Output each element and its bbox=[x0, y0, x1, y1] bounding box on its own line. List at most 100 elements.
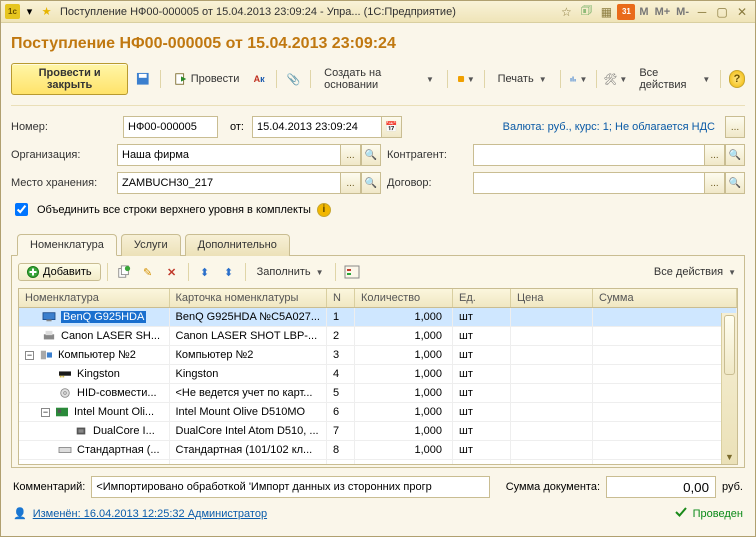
storage-open-button[interactable]: 🔍 bbox=[361, 172, 381, 194]
storage-select-button[interactable]: ... bbox=[341, 172, 361, 194]
counterparty-field[interactable] bbox=[473, 144, 705, 166]
history-icon[interactable]: 🗊 bbox=[577, 4, 595, 20]
grid-header-row: Номенклатура Карточка номенклатуры N Кол… bbox=[19, 289, 737, 308]
pc-icon bbox=[38, 349, 54, 361]
fill-button[interactable]: Заполнить▼ bbox=[252, 264, 329, 280]
scroll-down-icon[interactable]: ▼ bbox=[722, 450, 737, 464]
tree-cell: −Intel Mount Oli... bbox=[41, 406, 154, 418]
table-row[interactable]: HID-совмести...<Не ведется учет по карт.… bbox=[19, 384, 737, 403]
attachment-icon[interactable]: 📎 bbox=[285, 69, 303, 89]
print-button[interactable]: Печать▼ bbox=[493, 71, 552, 87]
table-row[interactable]: DualCore I...DualCore Intel Atom D510, .… bbox=[19, 422, 737, 441]
tabs: Номенклатура Услуги Дополнительно bbox=[11, 233, 745, 256]
col-n[interactable]: N bbox=[327, 289, 355, 308]
tab-services[interactable]: Услуги bbox=[121, 234, 181, 256]
contract-field[interactable] bbox=[473, 172, 705, 194]
col-card[interactable]: Карточка номенклатуры bbox=[169, 289, 327, 308]
win-icon bbox=[57, 463, 73, 465]
calendar-icon[interactable]: 31 bbox=[617, 4, 635, 20]
cpu-icon bbox=[73, 425, 89, 437]
favorite-add-icon[interactable]: ☆ bbox=[557, 4, 575, 20]
mem-mplus-icon[interactable]: M+ bbox=[653, 6, 673, 18]
changed-link[interactable]: Изменён: 16.04.2013 12:25:32 Администрат… bbox=[33, 508, 267, 520]
selection-icon[interactable] bbox=[342, 262, 362, 282]
window-title: Поступление НФ00-000005 от 15.04.2013 23… bbox=[60, 6, 557, 18]
kb-icon bbox=[57, 444, 73, 456]
date-label: от: bbox=[230, 121, 244, 133]
info-icon[interactable]: i bbox=[317, 203, 331, 217]
number-label: Номер: bbox=[11, 121, 63, 133]
col-price[interactable]: Цена bbox=[511, 289, 593, 308]
storage-field[interactable] bbox=[117, 172, 341, 194]
user-icon: 👤 bbox=[13, 507, 27, 520]
disc-icon bbox=[57, 387, 73, 399]
counterparty-select-button[interactable]: ... bbox=[705, 144, 725, 166]
settings-icon[interactable]: 🛠▼ bbox=[605, 69, 625, 89]
tree-cell: BenQ G925HDA bbox=[41, 311, 146, 323]
help-icon[interactable]: ? bbox=[729, 70, 745, 88]
comment-field[interactable] bbox=[91, 476, 489, 498]
scrollbar-thumb[interactable] bbox=[724, 315, 735, 375]
maximize-button[interactable]: ▢ bbox=[713, 4, 731, 20]
copy-row-icon[interactable] bbox=[114, 262, 134, 282]
sum-field[interactable] bbox=[606, 476, 716, 498]
col-unit[interactable]: Ед. bbox=[453, 289, 511, 308]
tree-toggle-icon[interactable]: − bbox=[41, 408, 50, 417]
sum-unit: руб. bbox=[722, 481, 743, 493]
mem-mminus-icon[interactable]: M- bbox=[674, 6, 691, 18]
tree-cell: Canon LASER SH... bbox=[41, 330, 160, 342]
report-icon[interactable]: ▼ bbox=[568, 69, 588, 89]
org-open-button[interactable]: 🔍 bbox=[361, 144, 381, 166]
app-logo-icon: 1c bbox=[5, 4, 20, 19]
star-icon[interactable]: ★ bbox=[39, 4, 54, 19]
tab-nomenclature[interactable]: Номенклатура bbox=[17, 234, 117, 256]
edit-row-icon[interactable]: ✎ bbox=[138, 262, 158, 282]
counterparty-open-button[interactable]: 🔍 bbox=[725, 144, 745, 166]
sum-label: Сумма документа: bbox=[506, 481, 600, 493]
table-row[interactable]: Microsoft Wind...Microsoft Windows XP Pr… bbox=[19, 460, 737, 466]
grid-all-actions-button[interactable]: Все действия▼ bbox=[652, 266, 738, 278]
sort-az-icon[interactable]: Aк bbox=[250, 69, 268, 89]
barcode-icon[interactable]: ▼ bbox=[456, 69, 476, 89]
table-row[interactable]: −Компьютер №2Компьютер №231,000шт bbox=[19, 346, 737, 365]
combine-rows-checkbox[interactable] bbox=[15, 203, 28, 216]
all-actions-button[interactable]: Все действия▼ bbox=[637, 67, 712, 91]
comment-label: Комментарий: bbox=[13, 481, 85, 493]
date-picker-icon[interactable]: 📅 bbox=[382, 116, 402, 138]
currency-info: Валюта: руб., курс: 1; Не облагается НДС bbox=[408, 121, 719, 133]
post-and-close-button[interactable]: Провести и закрыть bbox=[11, 63, 128, 95]
move-down-icon[interactable]: ⬍ bbox=[219, 262, 239, 282]
minimize-button[interactable]: ─ bbox=[693, 4, 711, 20]
close-button[interactable]: ✕ bbox=[733, 4, 751, 20]
table-row[interactable]: Canon LASER SH...Canon LASER SHOT LBP-..… bbox=[19, 327, 737, 346]
create-based-button[interactable]: Создать на основании▼ bbox=[319, 65, 439, 93]
col-nomenclature[interactable]: Номенклатура bbox=[19, 289, 169, 308]
table-row[interactable]: −Intel Mount Oli...Intel Mount Olive D51… bbox=[19, 403, 737, 422]
currency-edit-button[interactable]: ... bbox=[725, 116, 745, 138]
move-up-icon[interactable]: ⬍ bbox=[195, 262, 215, 282]
col-sum[interactable]: Сумма bbox=[593, 289, 737, 308]
calc-icon[interactable]: ▦ bbox=[597, 4, 615, 20]
contract-open-button[interactable]: 🔍 bbox=[725, 172, 745, 194]
table-row[interactable]: KingstonKingston41,000шт bbox=[19, 365, 737, 384]
nav-down-icon[interactable]: ▾ bbox=[22, 4, 37, 19]
add-row-button[interactable]: Добавить bbox=[18, 263, 101, 281]
storage-label: Место хранения: bbox=[11, 177, 111, 189]
post-button[interactable]: Провести bbox=[169, 70, 245, 88]
org-field[interactable] bbox=[117, 144, 341, 166]
tree-toggle-icon[interactable]: − bbox=[25, 351, 34, 360]
table-row[interactable]: Стандартная (...Стандартная (101/102 кл.… bbox=[19, 441, 737, 460]
date-field[interactable] bbox=[252, 116, 382, 138]
grid-scrollbar[interactable]: ▼ bbox=[721, 313, 737, 464]
org-select-button[interactable]: ... bbox=[341, 144, 361, 166]
grid[interactable]: Номенклатура Карточка номенклатуры N Кол… bbox=[18, 288, 738, 465]
save-icon[interactable] bbox=[134, 69, 152, 89]
contract-select-button[interactable]: ... bbox=[705, 172, 725, 194]
mem-m-icon[interactable]: M bbox=[637, 6, 650, 18]
main-toolbar: Провести и закрыть Провести Aк 📎 Создать… bbox=[11, 63, 745, 106]
tab-additional[interactable]: Дополнительно bbox=[185, 234, 290, 256]
number-field[interactable] bbox=[123, 116, 218, 138]
table-row[interactable]: BenQ G925HDABenQ G925HDA №C5A027...11,00… bbox=[19, 308, 737, 327]
col-qty[interactable]: Количество bbox=[355, 289, 453, 308]
delete-row-icon[interactable]: ✕ bbox=[162, 262, 182, 282]
